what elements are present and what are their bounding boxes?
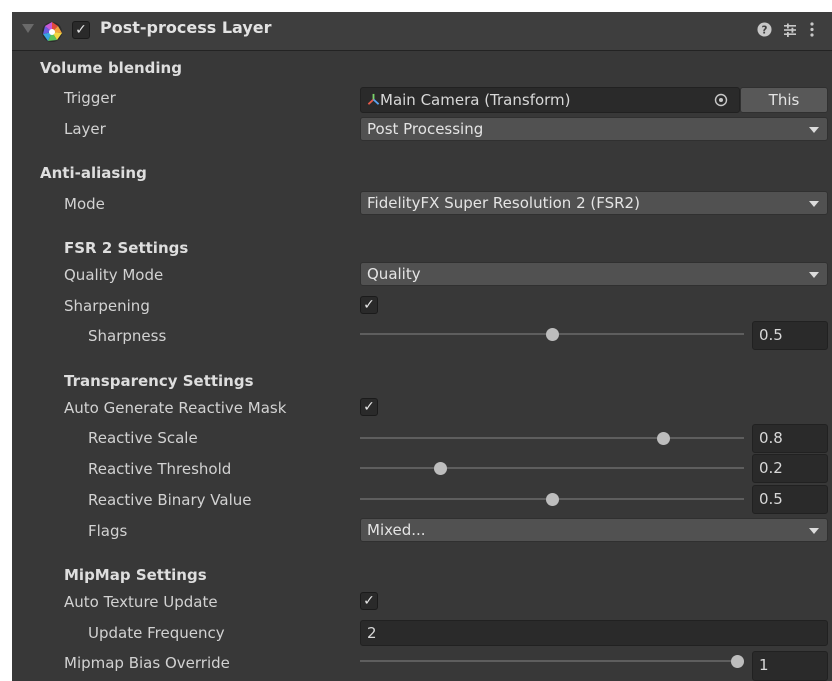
mipmap-bias-label: Mipmap Bias Override [64,654,230,672]
auto-reactive-mask-label: Auto Generate Reactive Mask [64,399,287,417]
layer-value: Post Processing [367,120,484,138]
trigger-value: Main Camera (Transform) [380,91,571,109]
reactive-scale-value-field[interactable]: 0.8 [752,424,828,453]
reactive-binary-label: Reactive Binary Value [88,491,252,509]
this-button[interactable]: This [740,87,828,113]
flags-value: Mixed... [367,521,426,539]
auto-texture-update-label: Auto Texture Update [64,593,218,611]
reactive-scale-label: Reactive Scale [88,429,198,447]
flags-label: Flags [88,522,128,540]
foldout-arrow-icon[interactable] [22,24,34,33]
kebab-menu-icon[interactable] [808,21,816,38]
section-volume-blending: Volume blending [40,59,182,77]
sharpness-value-field[interactable]: 0.5 [752,321,828,350]
update-frequency-label: Update Frequency [88,624,225,642]
section-mipmap-settings: MipMap Settings [64,566,207,584]
chevron-down-icon [809,127,819,133]
reactive-scale-slider-track[interactable] [360,437,744,439]
reactive-threshold-value-field[interactable]: 0.2 [752,454,828,483]
reactive-threshold-slider-track[interactable] [360,467,744,469]
layer-dropdown[interactable]: Post Processing [360,117,828,141]
transform-icon [367,93,380,105]
chevron-down-icon [809,528,819,534]
quality-mode-dropdown[interactable]: Quality [360,262,828,286]
component-enabled-checkbox[interactable]: ✓ [72,21,90,39]
chevron-down-icon [809,272,819,278]
mode-dropdown[interactable]: FidelityFX Super Resolution 2 (FSR2) [360,191,828,215]
inspector-panel: ✓ Post-process Layer ? Volume blending T… [0,0,832,681]
section-fsr2-settings: FSR 2 Settings [64,239,189,257]
sharpness-label: Sharpness [88,327,167,345]
flags-dropdown[interactable]: Mixed... [360,518,828,542]
svg-text:?: ? [762,24,768,36]
section-anti-aliasing: Anti-aliasing [40,164,147,182]
object-picker-icon[interactable] [714,93,728,107]
quality-mode-value: Quality [367,265,421,283]
reactive-binary-slider-handle[interactable] [545,492,559,506]
presets-icon[interactable] [782,22,798,38]
reactive-threshold-slider-handle[interactable] [434,461,448,475]
auto-texture-update-checkbox[interactable]: ✓ [360,592,378,610]
mode-label: Mode [64,195,105,213]
sharpening-checkbox[interactable]: ✓ [360,296,378,314]
mipmap-bias-value-field[interactable]: 1 [752,651,828,681]
mipmap-bias-slider-handle[interactable] [731,654,744,668]
layer-label: Layer [64,120,106,138]
post-process-icon [42,22,62,42]
trigger-object-field[interactable]: Main Camera (Transform) [360,87,740,113]
update-frequency-field[interactable]: 2 [360,620,828,646]
reactive-binary-value-field[interactable]: 0.5 [752,485,828,514]
mode-value: FidelityFX Super Resolution 2 (FSR2) [367,194,640,212]
quality-mode-label: Quality Mode [64,266,164,284]
trigger-label: Trigger [64,89,116,107]
sharpness-slider-handle[interactable] [545,327,559,341]
auto-reactive-mask-checkbox[interactable]: ✓ [360,398,378,416]
sharpening-label: Sharpening [64,297,150,315]
help-icon[interactable]: ? [757,22,772,37]
section-transparency-settings: Transparency Settings [64,372,254,390]
mipmap-bias-slider-track[interactable] [360,660,744,662]
reactive-threshold-label: Reactive Threshold [88,460,232,478]
chevron-down-icon [809,201,819,207]
component-title: Post-process Layer [100,18,272,37]
reactive-scale-slider-handle[interactable] [656,431,670,445]
